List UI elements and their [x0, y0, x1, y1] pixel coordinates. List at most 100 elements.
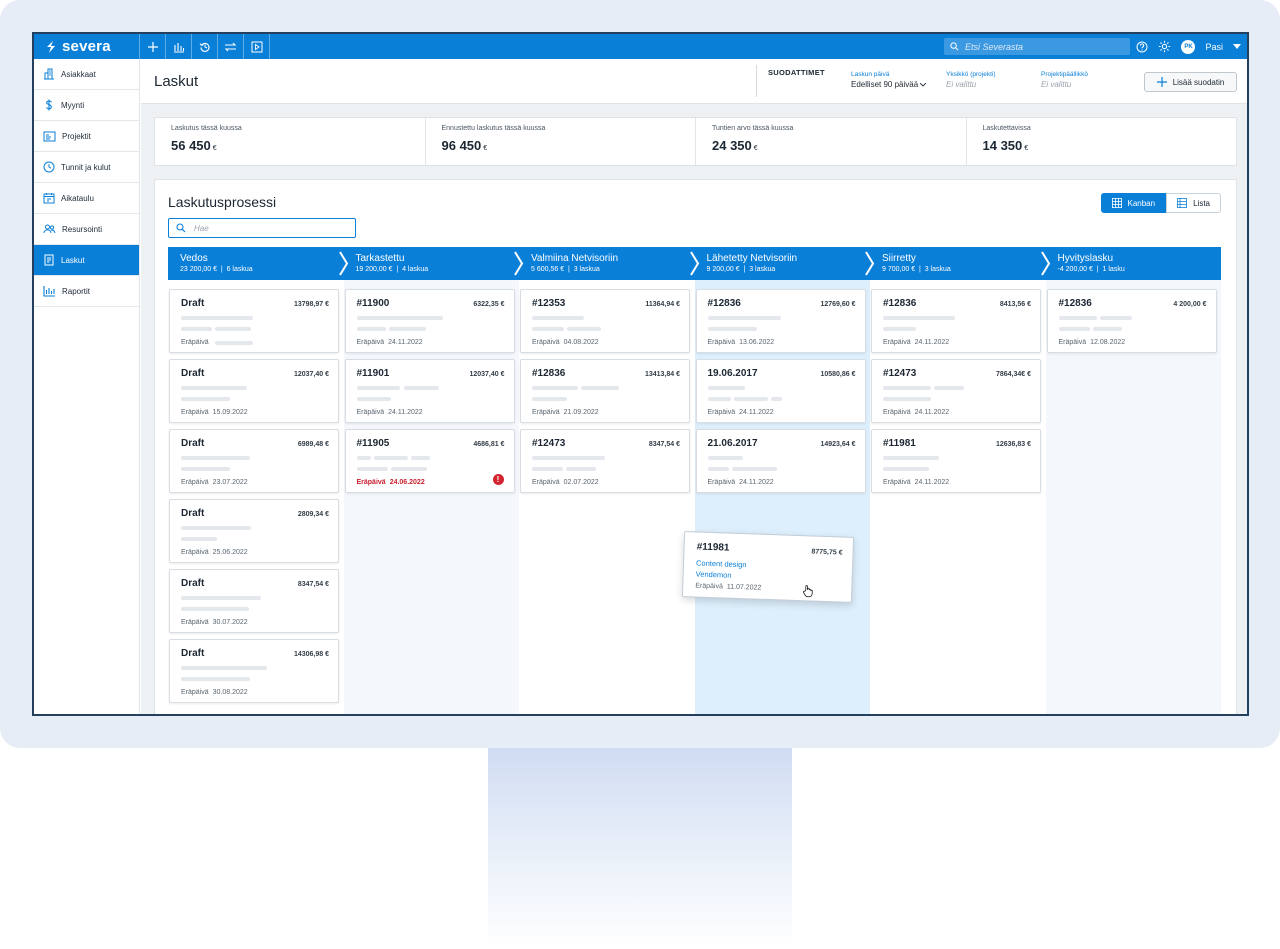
sidebar-item-raportit[interactable]: Raportit: [34, 276, 139, 307]
main-content: Laskut SUODATTIMET Laskun päivä Edellise…: [141, 59, 1247, 714]
sidebar-item-asiakkaat[interactable]: Asiakkaat: [34, 59, 139, 90]
view-kanban-button[interactable]: Kanban: [1100, 193, 1167, 213]
search-icon: [176, 223, 186, 233]
process-search-input[interactable]: Hae: [168, 218, 356, 238]
gear-icon[interactable]: [1158, 40, 1171, 53]
stat-hours-value: Tuntien arvo tässä kuussa 24 350 €: [696, 118, 967, 165]
placeholder-line: [181, 526, 251, 530]
placeholder-line: [733, 397, 768, 401]
column-header-hyvityslasku[interactable]: Hyvityslasku -4 200,00 € | 1 lasku: [1046, 247, 1222, 280]
invoice-card[interactable]: Draft 12037,40 € Eräpäivä 15.09.2022: [169, 359, 339, 423]
placeholder-line: [410, 456, 430, 460]
placeholder-line: [388, 327, 426, 331]
placeholder-line: [707, 467, 729, 471]
invoice-card[interactable]: 21.06.2017 14923,64 € Eräpäivä 24.11.2022: [695, 429, 866, 493]
help-icon[interactable]: [1136, 41, 1148, 53]
history-icon[interactable]: [192, 34, 218, 59]
customer-link[interactable]: Vendemon: [696, 569, 732, 579]
sidebar-item-label: Myynti: [61, 100, 85, 110]
filter-invoice-date[interactable]: Laskun päivä Edelliset 90 päivää: [851, 71, 927, 89]
view-list-button[interactable]: Lista: [1166, 193, 1221, 213]
billing-process-panel: Laskutusprosessi Kanban Lista Hae Vedos: [154, 179, 1237, 714]
invoice-card[interactable]: Draft 14306,98 € Eräpäivä 30.08.2022: [169, 639, 339, 703]
placeholder-line: [356, 327, 386, 331]
column-header-valmiina[interactable]: Valmiina Netvisoriin 5 600,56 € | 3 lask…: [519, 247, 699, 280]
kanban-column-valmiina: #12353 11364,94 € Eräpäivä 04.08.2022 #12…: [519, 280, 695, 714]
invoice-card[interactable]: #11900 6322,35 € Eräpäivä 24.11.2022: [344, 289, 515, 353]
filter-unit[interactable]: Yksikkö (projekti) Ei valittu: [946, 71, 995, 89]
play-icon[interactable]: [244, 34, 270, 59]
page-header: Laskut SUODATTIMET Laskun päivä Edellise…: [141, 59, 1247, 104]
invoice-card[interactable]: Draft 6989,48 € Eräpäivä 23.07.2022: [169, 429, 339, 493]
placeholder-line: [403, 386, 439, 390]
filter-value: Edelliset 90 päivää: [851, 80, 927, 89]
bar-chart-icon[interactable]: [166, 34, 192, 59]
invoice-card[interactable]: #12353 11364,94 € Eräpäivä 04.08.2022: [520, 289, 690, 353]
column-header-vedos[interactable]: Vedos 23 200,00 € | 6 laskua: [168, 247, 348, 280]
filter-project-manager[interactable]: Projektipäällikkö Ei valittu: [1041, 71, 1088, 89]
global-search-input[interactable]: Etsi Severasta: [944, 38, 1130, 55]
placeholder-line: [215, 341, 253, 345]
placeholder-line: [731, 467, 777, 471]
invoice-card[interactable]: Draft 8347,54 € Eräpäivä 30.07.2022: [169, 569, 339, 633]
placeholder-line: [356, 386, 400, 390]
invoice-card[interactable]: #12836 8413,56 € Eräpäivä 24.11.2022: [871, 289, 1041, 353]
process-title: Laskutusprosessi: [168, 194, 277, 210]
stats-bar: Laskutus tässä kuussa 56 450 € Ennustettu…: [154, 117, 1237, 166]
kanban-header: Vedos 23 200,00 € | 6 laskua Tarkastettu…: [168, 247, 1221, 280]
invoice-card[interactable]: 19.06.2017 10580,86 € Eräpäivä 24.11.2022: [695, 359, 866, 423]
column-header-lahetetty[interactable]: Lähetetty Netvisoriin 9 200,00 € | 3 las…: [695, 247, 875, 280]
column-header-tarkastettu[interactable]: Tarkastettu 19 200,00 € | 4 laskua: [344, 247, 524, 280]
view-toggle: Kanban Lista: [1100, 193, 1221, 213]
filter-label: Yksikkö (projekti): [946, 71, 996, 78]
logo[interactable]: severa: [34, 34, 140, 59]
sidebar-item-resursointi[interactable]: Resursointi: [34, 214, 139, 245]
placeholder-line: [1058, 327, 1090, 331]
invoice-card[interactable]: #12836 4 200,00 € Eräpäivä 12.08.2022: [1046, 289, 1217, 353]
sidebar-item-aikataulu[interactable]: Aikataulu: [34, 183, 139, 214]
placeholder-line: [707, 327, 757, 331]
placeholder-line: [707, 397, 731, 401]
stat-billing-month: Laskutus tässä kuussa 56 450 €: [155, 118, 426, 165]
global-search-placeholder: Etsi Severasta: [965, 41, 1024, 52]
column-header-siirretty[interactable]: Siirretty 9 700,00 € | 3 laskua: [870, 247, 1050, 280]
add-filter-button[interactable]: Lisää suodatin: [1144, 72, 1237, 92]
invoice-card[interactable]: #12473 7864,34€ € Eräpäivä 24.11.2022: [871, 359, 1041, 423]
invoice-card[interactable]: #12836 13413,84 € Eräpäivä 21.09.2022: [520, 359, 690, 423]
placeholder-line: [567, 327, 601, 331]
sidebar-item-laskut[interactable]: Laskut: [34, 245, 139, 276]
invoice-card[interactable]: #11901 12037,40 € Eräpäivä 24.11.2022: [344, 359, 515, 423]
swap-icon[interactable]: [218, 34, 244, 59]
invoice-card-overdue[interactable]: #11905 4686,81 € Eräpäivä 24.06.2022 !: [344, 429, 515, 493]
user-name[interactable]: Pasi: [1205, 42, 1223, 52]
placeholder-line: [532, 397, 567, 401]
app-screen: severa Etsi Severasta PK Pasi Asiakkaat …: [32, 32, 1249, 716]
dragged-invoice-card[interactable]: #11981 8775,75 € Content design Vendemon…: [681, 531, 855, 603]
folder-icon: [43, 131, 56, 142]
caret-down-icon[interactable]: [1233, 43, 1241, 50]
avatar[interactable]: PK: [1181, 39, 1196, 54]
sidebar-item-myynti[interactable]: Myynti: [34, 90, 139, 121]
placeholder-line: [883, 386, 931, 390]
kanban-column-vedos: Draft 13798,97 € Eräpäivä Draft 12037,40…: [168, 280, 344, 714]
plus-icon[interactable]: [140, 34, 166, 59]
invoice-card[interactable]: #11981 12636,83 € Eräpäivä 24.11.2022: [871, 429, 1041, 493]
process-search-placeholder: Hae: [194, 223, 209, 233]
severa-logo-icon: [47, 40, 55, 53]
page-title: Laskut: [154, 73, 199, 90]
invoice-card[interactable]: #12836 12769,60 € Eräpäivä 13.06.2022: [695, 289, 866, 353]
invoice-card[interactable]: #12473 8347,54 € Eräpäivä 02.07.2022: [520, 429, 690, 493]
invoice-card[interactable]: Draft 2809,34 € Eräpäivä 25.06.2022: [169, 499, 339, 563]
kanban-column-lahetetty: #12836 12769,60 € Eräpäivä 13.06.2022 19.…: [694, 280, 870, 714]
project-link[interactable]: Content design: [696, 558, 747, 569]
sidebar-item-label: Asiakkaat: [61, 69, 96, 79]
sidebar-item-projektit[interactable]: Projektit: [34, 121, 139, 152]
invoice-card[interactable]: Draft 13798,97 € Eräpäivä: [169, 289, 339, 353]
add-filter-label: Lisää suodatin: [1172, 77, 1225, 87]
placeholder-line: [181, 316, 253, 320]
placeholder-line: [181, 467, 230, 471]
search-icon: [950, 42, 959, 51]
placeholder-line: [707, 456, 743, 460]
plus-icon: [1156, 77, 1167, 87]
sidebar-item-tunnit-ja-kulut[interactable]: Tunnit ja kulut: [34, 152, 139, 183]
